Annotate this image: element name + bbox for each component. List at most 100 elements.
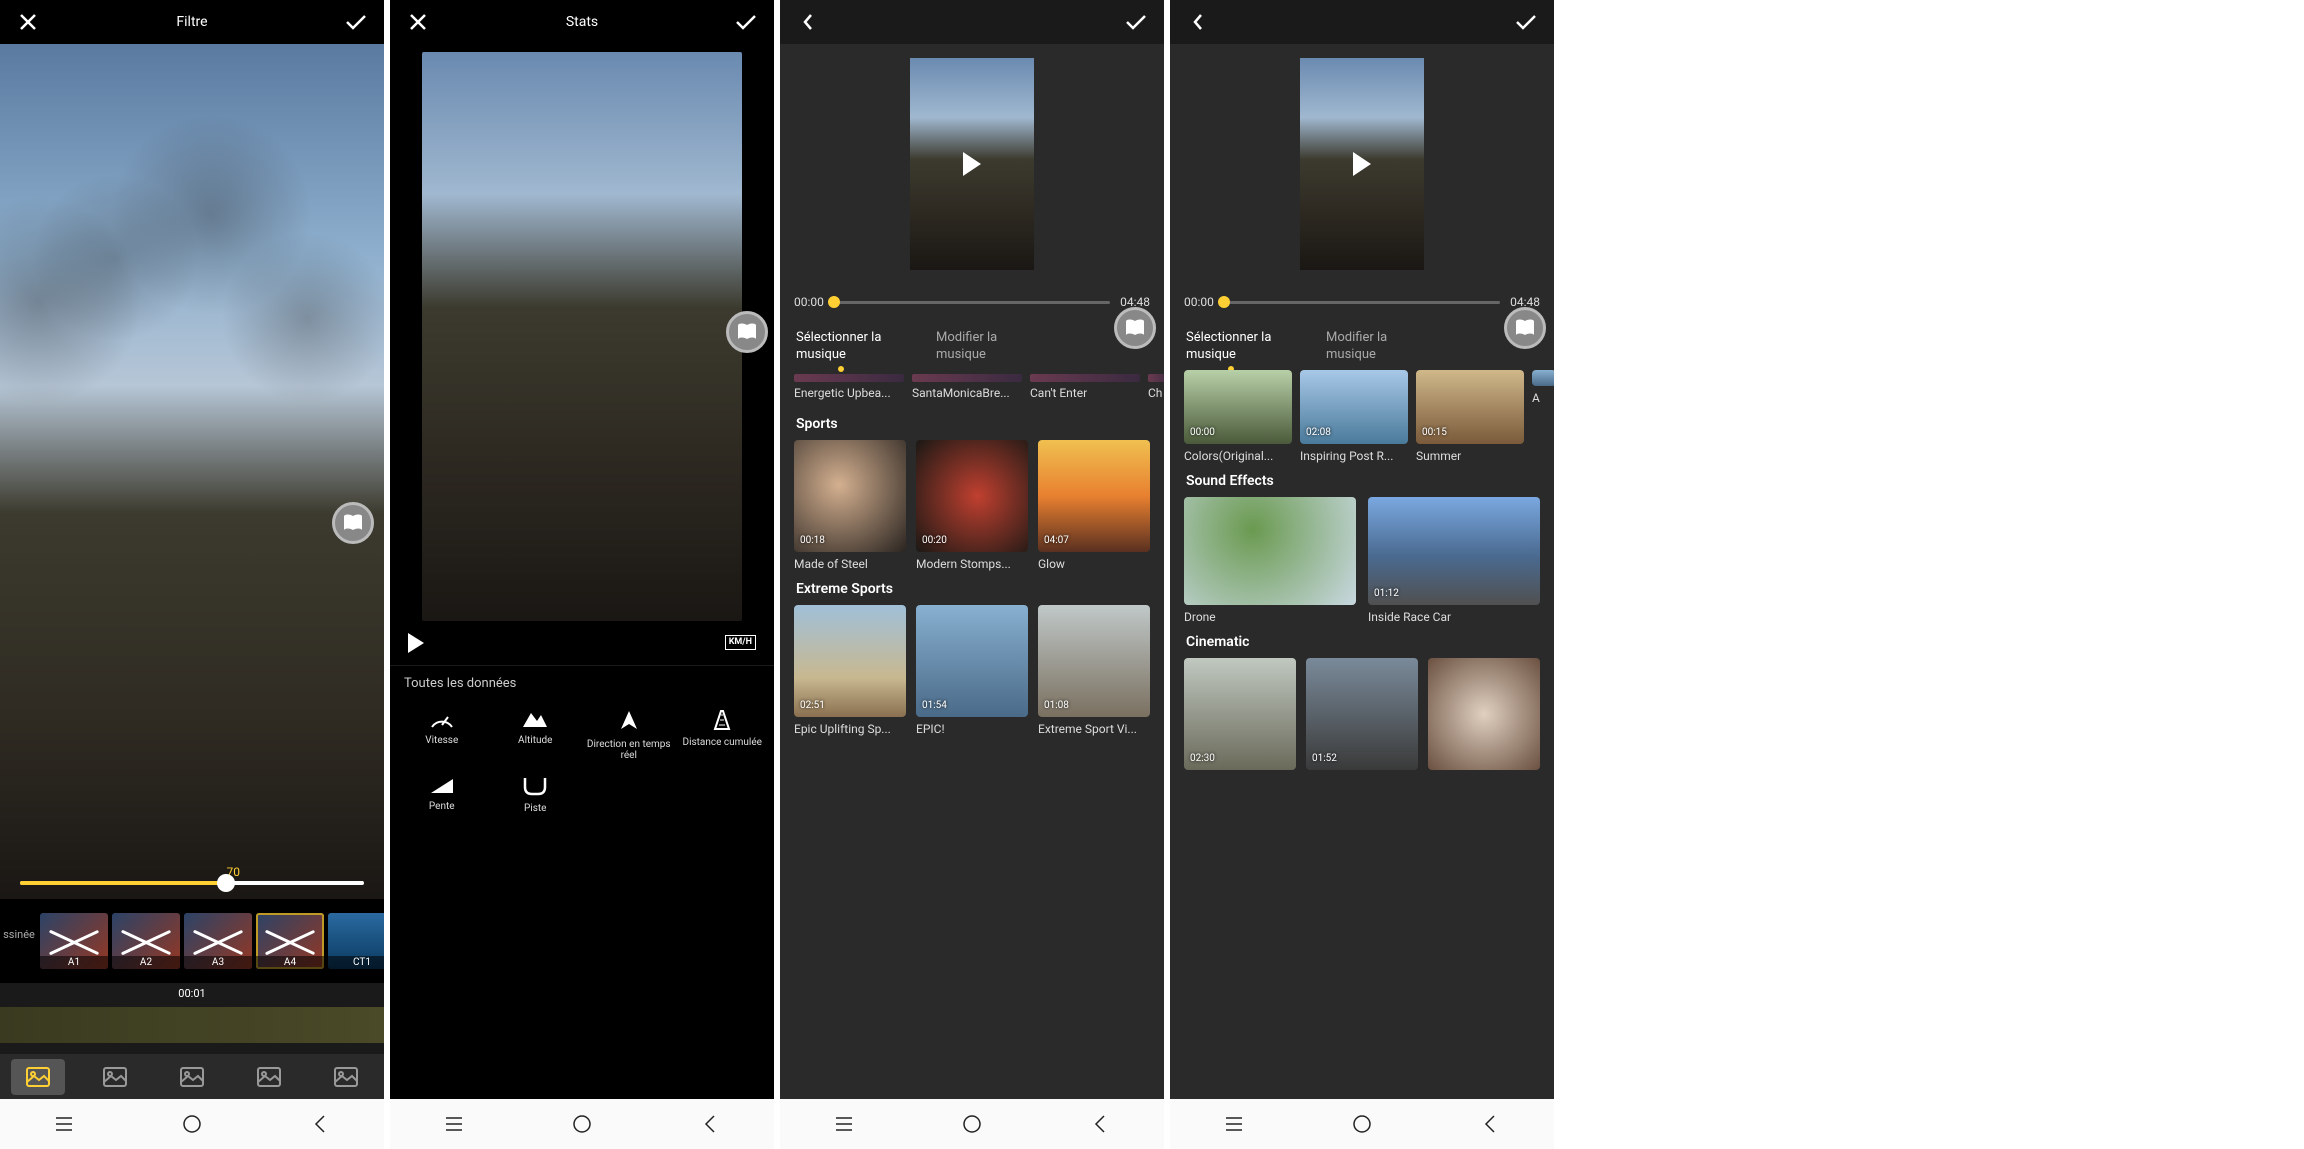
track-item[interactable]: Ch [1148,374,1164,400]
track-drone[interactable]: Drone [1184,497,1356,624]
filter-list[interactable]: ssinée A1 A2 A3 A4 CT1 [0,899,384,969]
screen-music-2: 00:00 04:48 Sélectionner la musique Modi… [1170,0,1554,1149]
nav-back-icon[interactable] [1478,1112,1502,1136]
track-cine-3[interactable] [1428,658,1540,770]
track-glow[interactable]: 04:07Glow [1038,440,1150,571]
guide-button[interactable] [1504,307,1546,349]
track-item[interactable]: SantaMonicaBre... [912,374,1022,400]
track-modern-stomps[interactable]: 00:20Modern Stomps... [916,440,1028,571]
play-icon[interactable] [963,152,981,176]
track-epic-uplifting[interactable]: 02:51Epic Uplifting Sp... [794,605,906,736]
filter-a3[interactable]: A3 [184,913,252,969]
close-icon[interactable] [404,8,432,36]
track-inspiring[interactable]: 02:08Inspiring Post R... [1300,370,1408,463]
confirm-icon[interactable] [342,8,370,36]
all-data-label[interactable]: Toutes les données [390,666,774,701]
android-navbar [1170,1099,1554,1149]
android-navbar [780,1099,1164,1149]
track-cine-2[interactable]: 01:52 [1306,658,1418,770]
scrubber: 00:00 04:48 [780,284,1164,320]
confirm-icon[interactable] [1512,8,1540,36]
stat-direction[interactable]: Direction en temps réel [585,709,673,761]
track-epic[interactable]: 01:54EPIC! [916,605,1028,736]
track-item[interactable]: Can't Enter [1030,374,1140,400]
layer-4-icon[interactable] [242,1059,296,1095]
track-summer[interactable]: 00:15Summer [1416,370,1524,463]
track-cine-1[interactable]: 02:30 [1184,658,1296,770]
guide-button[interactable] [332,502,374,544]
confirm-icon[interactable] [1122,8,1150,36]
tab-select-music[interactable]: Sélectionner la musique [796,330,906,364]
scrub-bar[interactable] [834,301,1110,304]
layer-3-icon[interactable] [165,1059,219,1095]
nav-recents-icon[interactable] [52,1112,76,1136]
nav-home-icon[interactable] [960,1112,984,1136]
video-preview [780,44,1164,284]
stat-altitude[interactable]: Altitude [492,709,580,761]
nav-back-icon[interactable] [1088,1112,1112,1136]
nav-home-icon[interactable] [570,1112,594,1136]
confirm-icon[interactable] [732,8,760,36]
timeline-time: 00:01 [178,987,205,1000]
sports-grid: 00:18Made of Steel 00:20Modern Stomps...… [780,440,1164,571]
page-title: Stats [432,14,732,30]
tab-modify-music[interactable]: Modifier la musique [1326,330,1436,364]
scrubber: 00:00 04:48 [1170,284,1554,320]
nav-recents-icon[interactable] [442,1112,466,1136]
filter-a1[interactable]: A1 [40,913,108,969]
filter-off-label[interactable]: ssinée [2,928,36,941]
topbar: Stats [390,0,774,44]
stat-vitesse[interactable]: Vitesse [398,709,486,761]
filter-slider[interactable] [20,881,364,885]
android-navbar [390,1099,774,1149]
nav-back-icon[interactable] [308,1112,332,1136]
cinematic-grid: 02:30 01:52 [1170,658,1554,770]
filter-a2[interactable]: A2 [112,913,180,969]
layer-5-icon[interactable] [319,1059,373,1095]
android-navbar [0,1099,384,1149]
stat-distance[interactable]: Distance cumulée [679,709,767,761]
back-icon[interactable] [1184,8,1212,36]
nav-recents-icon[interactable] [832,1112,856,1136]
track-item[interactable]: Energetic Upbea... [794,374,904,400]
filter-ct1[interactable]: CT1 [328,913,384,969]
stat-piste[interactable]: Piste [492,775,580,814]
topbar: Filtre [0,0,384,44]
time-start: 00:00 [794,295,824,309]
back-icon[interactable] [794,8,822,36]
page-title: Filtre [42,14,342,30]
section-sports: Sports [780,406,1164,440]
play-row: KM/H [390,621,774,665]
video-preview [422,52,742,621]
track-partial[interactable]: A [1532,370,1554,463]
play-icon[interactable] [1353,152,1371,176]
nav-home-icon[interactable] [1350,1112,1374,1136]
play-icon[interactable] [408,633,424,653]
track-extreme-sport[interactable]: 01:08Extreme Sport Vi... [1038,605,1150,736]
scrub-bar[interactable] [1224,301,1500,304]
guide-button[interactable] [726,311,768,353]
filter-a4[interactable]: A4 [256,913,324,969]
nav-back-icon[interactable] [698,1112,722,1136]
tab-modify-music[interactable]: Modifier la musique [936,330,1046,364]
video-preview [1170,44,1554,284]
stats-grid: Vitesse Altitude Direction en temps réel… [390,701,774,775]
section-cinematic: Cinematic [1170,624,1554,658]
nav-home-icon[interactable] [180,1112,204,1136]
time-start: 00:00 [1184,295,1214,309]
guide-button[interactable] [1114,307,1156,349]
recent-row: Energetic Upbea... SantaMonicaBre... Can… [780,370,1164,406]
layer-2-icon[interactable] [88,1059,142,1095]
timeline[interactable]: 00:01 [0,983,384,1053]
track-colors[interactable]: 00:00Colors(Original... [1184,370,1292,463]
nav-recents-icon[interactable] [1222,1112,1246,1136]
music-tabs: Sélectionner la musique Modifier la musi… [780,320,1164,370]
tab-select-music[interactable]: Sélectionner la musique [1186,330,1296,364]
track-made-of-steel[interactable]: 00:18Made of Steel [794,440,906,571]
stat-pente[interactable]: Pente [398,775,486,814]
layer-1-icon[interactable] [11,1059,65,1095]
section-sfx: Sound Effects [1170,463,1554,497]
close-icon[interactable] [14,8,42,36]
track-race-car[interactable]: 01:12Inside Race Car [1368,497,1540,624]
units-badge[interactable]: KM/H [725,635,756,650]
